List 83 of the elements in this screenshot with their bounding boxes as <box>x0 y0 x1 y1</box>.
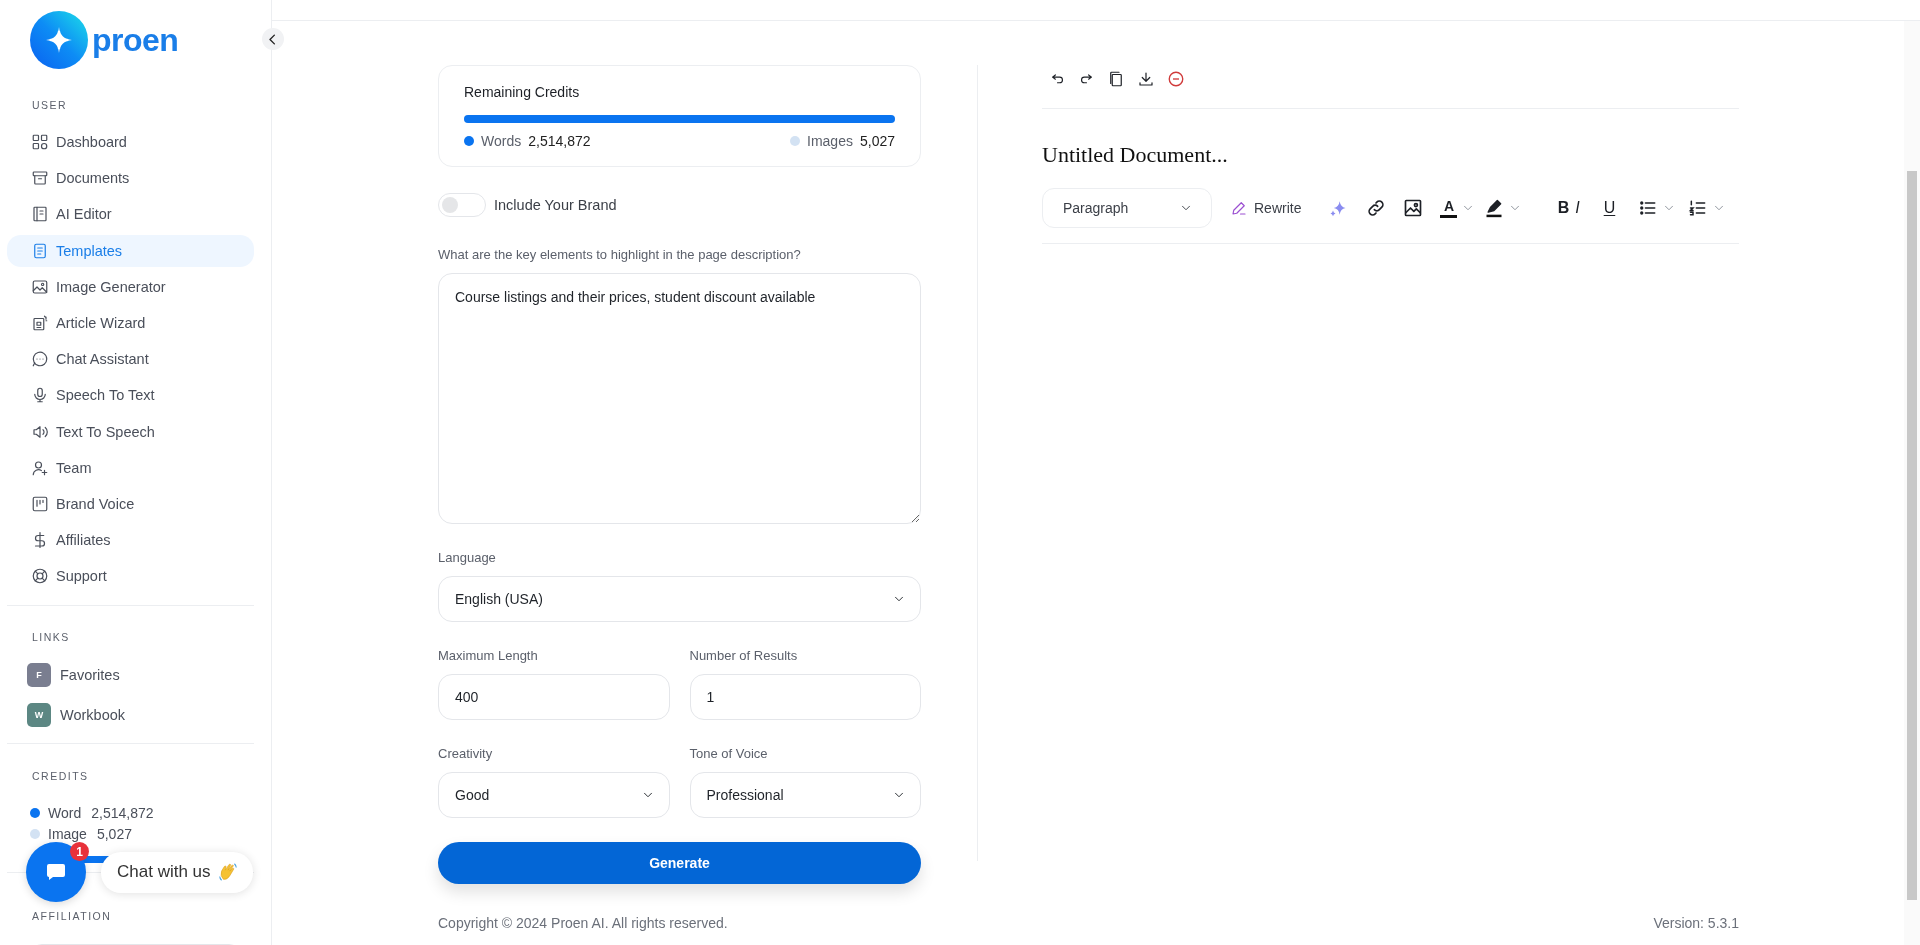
field-label: Language <box>438 550 497 565</box>
bold-button[interactable]: B <box>1556 199 1571 217</box>
board-icon <box>31 494 49 513</box>
notification-badge: 1 <box>70 842 89 861</box>
sidebar-item[interactable]: Chat Assistant <box>7 343 254 376</box>
chat-prompt-bubble[interactable]: Chat with us <box>101 851 253 893</box>
copy-icon <box>1107 70 1125 88</box>
copyright-text: Copyright © 2024 Proen AI. All rights reserved. <box>438 915 728 933</box>
toggle-switch[interactable] <box>438 193 486 217</box>
scrollbar[interactable] <box>1904 21 1920 945</box>
user-plus-icon <box>31 458 49 477</box>
sidebar-item[interactable]: Templates <box>7 234 254 267</box>
section-heading: AFFILIATION <box>31 910 113 923</box>
block-format-select[interactable]: Paragraph <box>1042 188 1212 228</box>
section-heading: CREDITS <box>31 770 90 783</box>
pencil-icon <box>1230 199 1248 217</box>
initial-avatar: F <box>27 663 51 688</box>
sidebar-item[interactable]: Article Wizard <box>7 306 254 339</box>
sidebar-link[interactable]: F Favorites <box>27 660 271 691</box>
card-title: Remaining Credits <box>464 84 581 100</box>
sidebar-item[interactable]: Team <box>7 451 254 484</box>
credit-label: Words <box>481 133 522 149</box>
input-field[interactable]: 400 <box>438 674 670 720</box>
lifebuoy-icon <box>31 567 49 586</box>
sidebar-item[interactable]: Brand Voice <box>7 487 254 520</box>
chat-button[interactable]: 1 <box>26 842 86 902</box>
select-field[interactable]: Professional <box>689 772 921 818</box>
archive-box-icon <box>31 169 49 188</box>
credit-value: 2,514,872 <box>528 133 591 149</box>
document-title[interactable]: Untitled Document... <box>1042 142 1739 168</box>
sidebar-item[interactable]: Speech To Text <box>7 379 254 412</box>
sidebar-item[interactable]: Support <box>7 560 254 593</box>
download-icon <box>1137 70 1155 88</box>
remove-circle-icon <box>1167 70 1185 88</box>
text-color-button[interactable]: A <box>1440 198 1458 218</box>
sidebar-item[interactable]: Documents <box>7 162 254 195</box>
version-text: Version: 5.3.1 <box>1653 915 1739 933</box>
initial-avatar: W <box>27 703 51 728</box>
highlighter-icon <box>1484 198 1505 218</box>
credit-value: 5,027 <box>859 133 895 149</box>
credit-value: 5,027 <box>96 825 132 842</box>
select-field[interactable]: Good <box>438 772 670 818</box>
field-label: Creativity <box>438 746 494 761</box>
sidebar-item[interactable]: Text To Speech <box>7 415 254 448</box>
section-heading: USER <box>31 99 69 111</box>
image-icon <box>1403 198 1424 218</box>
sidebar-item[interactable]: Affiliates <box>7 524 254 557</box>
link-icon <box>1366 198 1387 218</box>
chat-bubble-icon <box>31 350 49 369</box>
generate-button[interactable]: Generate <box>438 842 921 884</box>
field-label: What are the key elements to highlight in the page description? <box>438 247 802 262</box>
select-field[interactable]: English (USA) <box>438 576 921 622</box>
sidebar-item[interactable]: Image Generator <box>7 270 254 303</box>
waving-hand-icon <box>216 861 239 883</box>
link-label: Workbook <box>60 707 125 724</box>
logo-icon <box>30 11 88 69</box>
field-label: Number of Results <box>689 648 799 663</box>
collapse-sidebar-button[interactable] <box>262 28 284 50</box>
credit-value: 2,514,872 <box>91 804 154 821</box>
toggle-label: Include Your Brand <box>494 197 617 213</box>
input-field[interactable]: 1 <box>689 674 921 720</box>
description-field[interactable]: Course listings and their prices, student discount available <box>438 273 921 524</box>
italic-button[interactable]: I <box>1570 199 1585 217</box>
sidebar-item[interactable]: AI Editor <box>7 198 254 231</box>
book-icon <box>31 205 49 224</box>
microphone-icon <box>31 386 49 405</box>
sidebar-link[interactable]: W Workbook <box>27 700 271 731</box>
field-label: Tone of Voice <box>689 746 769 761</box>
credit-label: Word <box>48 804 82 821</box>
rewrite-button[interactable]: Rewrite <box>1230 199 1302 217</box>
sidebar-item[interactable]: Dashboard <box>7 126 254 158</box>
image-icon <box>31 277 49 296</box>
credit-label: Image <box>48 825 87 842</box>
credit-label: Images <box>807 133 853 149</box>
field-label: Maximum Length <box>438 648 539 663</box>
section-heading: LINKS <box>31 631 71 644</box>
link-label: Favorites <box>60 667 120 684</box>
chat-prompt-text: Chat with us <box>117 862 211 882</box>
logo-text: proen <box>92 21 179 59</box>
grid-icon <box>31 133 49 151</box>
article-icon <box>31 313 49 332</box>
document-icon <box>31 241 49 260</box>
underline-button[interactable]: U <box>1602 199 1617 217</box>
